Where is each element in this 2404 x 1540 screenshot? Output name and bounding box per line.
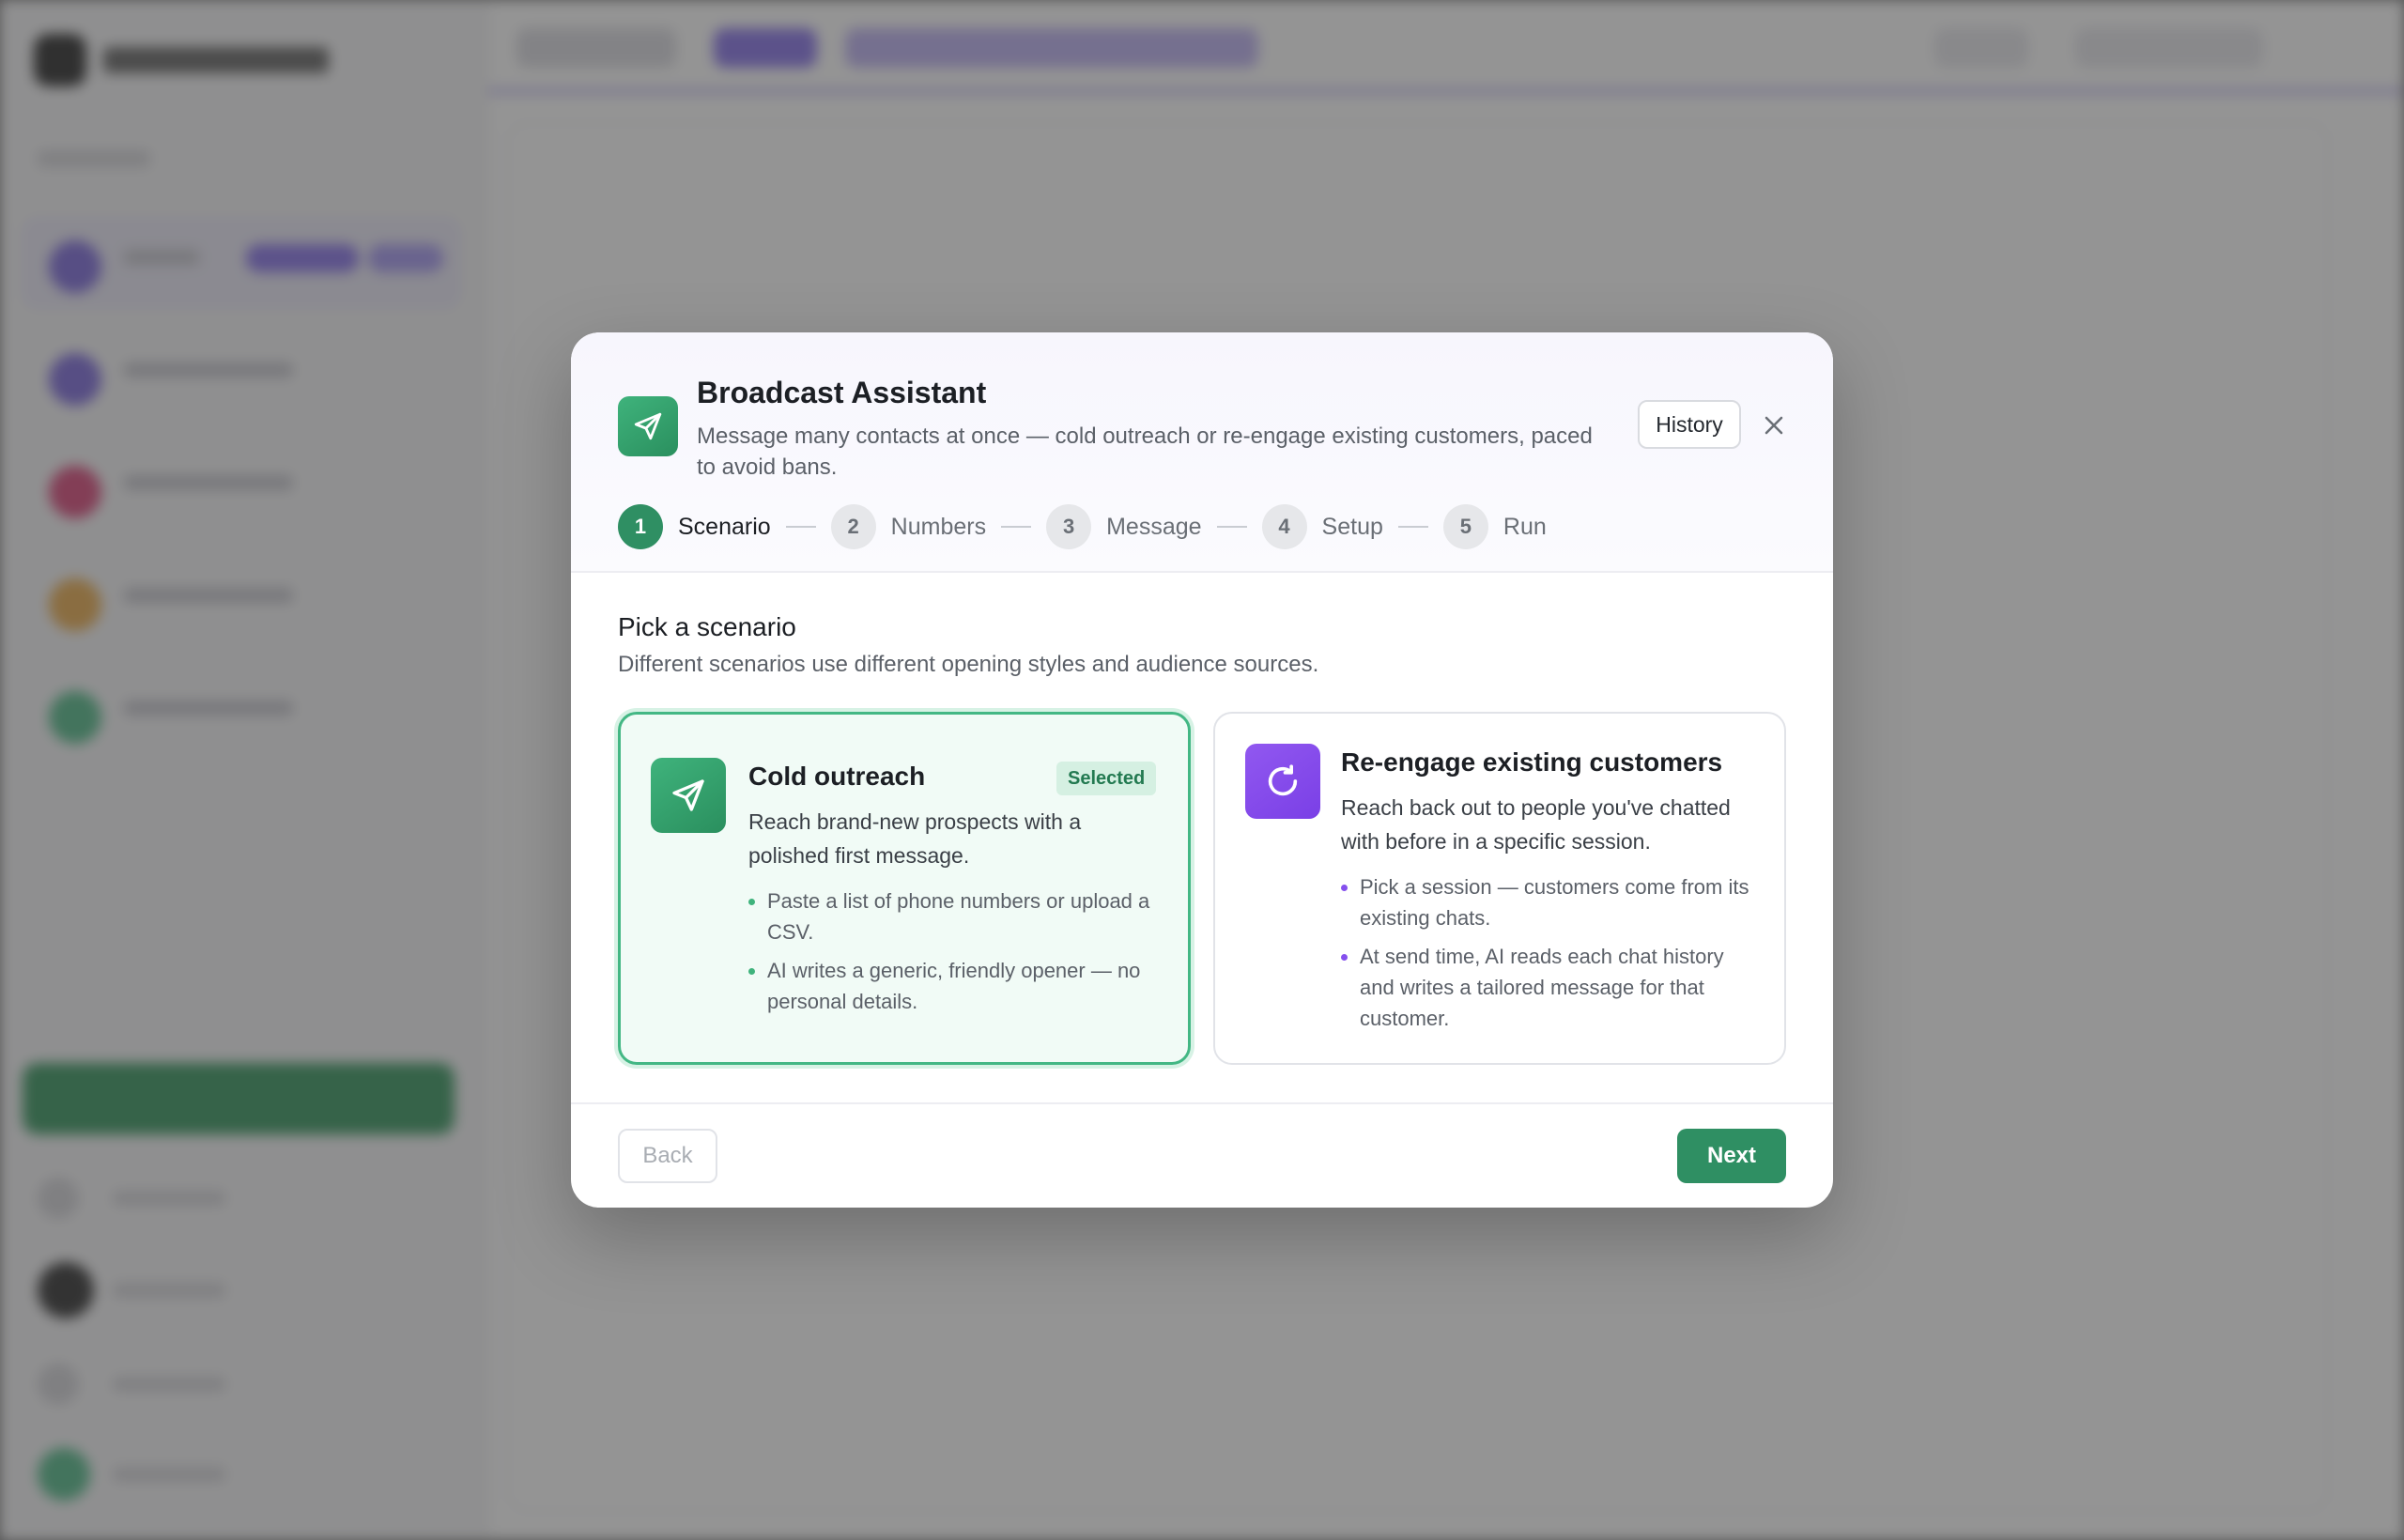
next-button[interactable]: Next bbox=[1677, 1129, 1786, 1183]
step-separator bbox=[1001, 526, 1032, 528]
bullet-dot bbox=[1341, 885, 1348, 891]
step-separator bbox=[785, 526, 816, 528]
scenario-description: Reach brand-new prospects with a polishe… bbox=[748, 809, 1082, 868]
modal-title: Broadcast Assistant bbox=[697, 376, 987, 409]
scenario-bullets: Pick a session — customers come from its… bbox=[1341, 871, 1764, 1041]
scenario-description: Reach back out to people you've chatted … bbox=[1341, 795, 1731, 854]
modal-subtitle: Message many contacts at once — cold out… bbox=[697, 424, 1593, 480]
bullet-item: Pick a session — customers come from its… bbox=[1341, 871, 1764, 933]
scenario-title: Re-engage existing customers bbox=[1341, 747, 1723, 777]
bullet-text: Pick a session — customers come from its… bbox=[1360, 875, 1749, 930]
refresh-icon bbox=[1245, 744, 1320, 819]
step-scenario[interactable]: 1 Scenario bbox=[618, 504, 771, 549]
step-separator bbox=[1397, 526, 1428, 528]
section-description: Different scenarios use different openin… bbox=[618, 652, 1319, 677]
broadcast-assistant-modal: Broadcast Assistant Message many contact… bbox=[571, 332, 1833, 1208]
bullet-dot bbox=[1341, 954, 1348, 961]
bullet-item: AI writes a generic, friendly opener — n… bbox=[748, 955, 1162, 1017]
close-icon[interactable] bbox=[1756, 408, 1792, 443]
modal-footer: Back Next bbox=[571, 1102, 1833, 1208]
bullet-item: At send time, AI reads each chat history… bbox=[1341, 941, 1764, 1034]
step-number: 5 bbox=[1442, 504, 1488, 549]
step-number: 1 bbox=[618, 504, 663, 549]
step-numbers[interactable]: 2 Numbers bbox=[830, 504, 987, 549]
back-button[interactable]: Back bbox=[618, 1129, 717, 1183]
step-run[interactable]: 5 Run bbox=[1442, 504, 1547, 549]
scenario-title: Cold outreach bbox=[748, 762, 926, 791]
bullet-text: At send time, AI reads each chat history… bbox=[1360, 945, 1724, 1030]
history-button[interactable]: History bbox=[1638, 400, 1741, 449]
modal-header: Broadcast Assistant Message many contact… bbox=[571, 332, 1833, 573]
bullet-dot bbox=[748, 968, 755, 975]
bullet-item: Paste a list of phone numbers or upload … bbox=[748, 886, 1162, 947]
step-label: Message bbox=[1106, 513, 1202, 540]
bullet-dot bbox=[748, 899, 755, 905]
scenario-bullets: Paste a list of phone numbers or upload … bbox=[748, 886, 1162, 1024]
bullet-text: AI writes a generic, friendly opener — n… bbox=[767, 959, 1141, 1013]
step-message[interactable]: 3 Message bbox=[1046, 504, 1202, 549]
scenario-card-cold-outreach[interactable]: Cold outreach Selected Reach brand-new p… bbox=[618, 712, 1191, 1065]
step-number: 2 bbox=[830, 504, 876, 549]
step-label: Numbers bbox=[890, 513, 987, 540]
step-label: Run bbox=[1502, 513, 1547, 540]
step-separator bbox=[1216, 526, 1247, 528]
step-number: 4 bbox=[1261, 504, 1307, 549]
wizard-stepper: 1 Scenario 2 Numbers 3 Message 4 Setup 5… bbox=[618, 503, 1547, 550]
send-icon bbox=[651, 758, 726, 833]
step-label: Scenario bbox=[678, 513, 771, 540]
bullet-text: Paste a list of phone numbers or upload … bbox=[767, 889, 1150, 944]
step-label: Setup bbox=[1321, 513, 1383, 540]
send-icon bbox=[618, 396, 678, 456]
step-number: 3 bbox=[1046, 504, 1092, 549]
section-title: Pick a scenario bbox=[618, 612, 796, 641]
selected-badge: Selected bbox=[1056, 762, 1157, 795]
scenario-card-re-engage[interactable]: Re-engage existing customers Reach back … bbox=[1213, 712, 1786, 1065]
step-setup[interactable]: 4 Setup bbox=[1261, 504, 1383, 549]
